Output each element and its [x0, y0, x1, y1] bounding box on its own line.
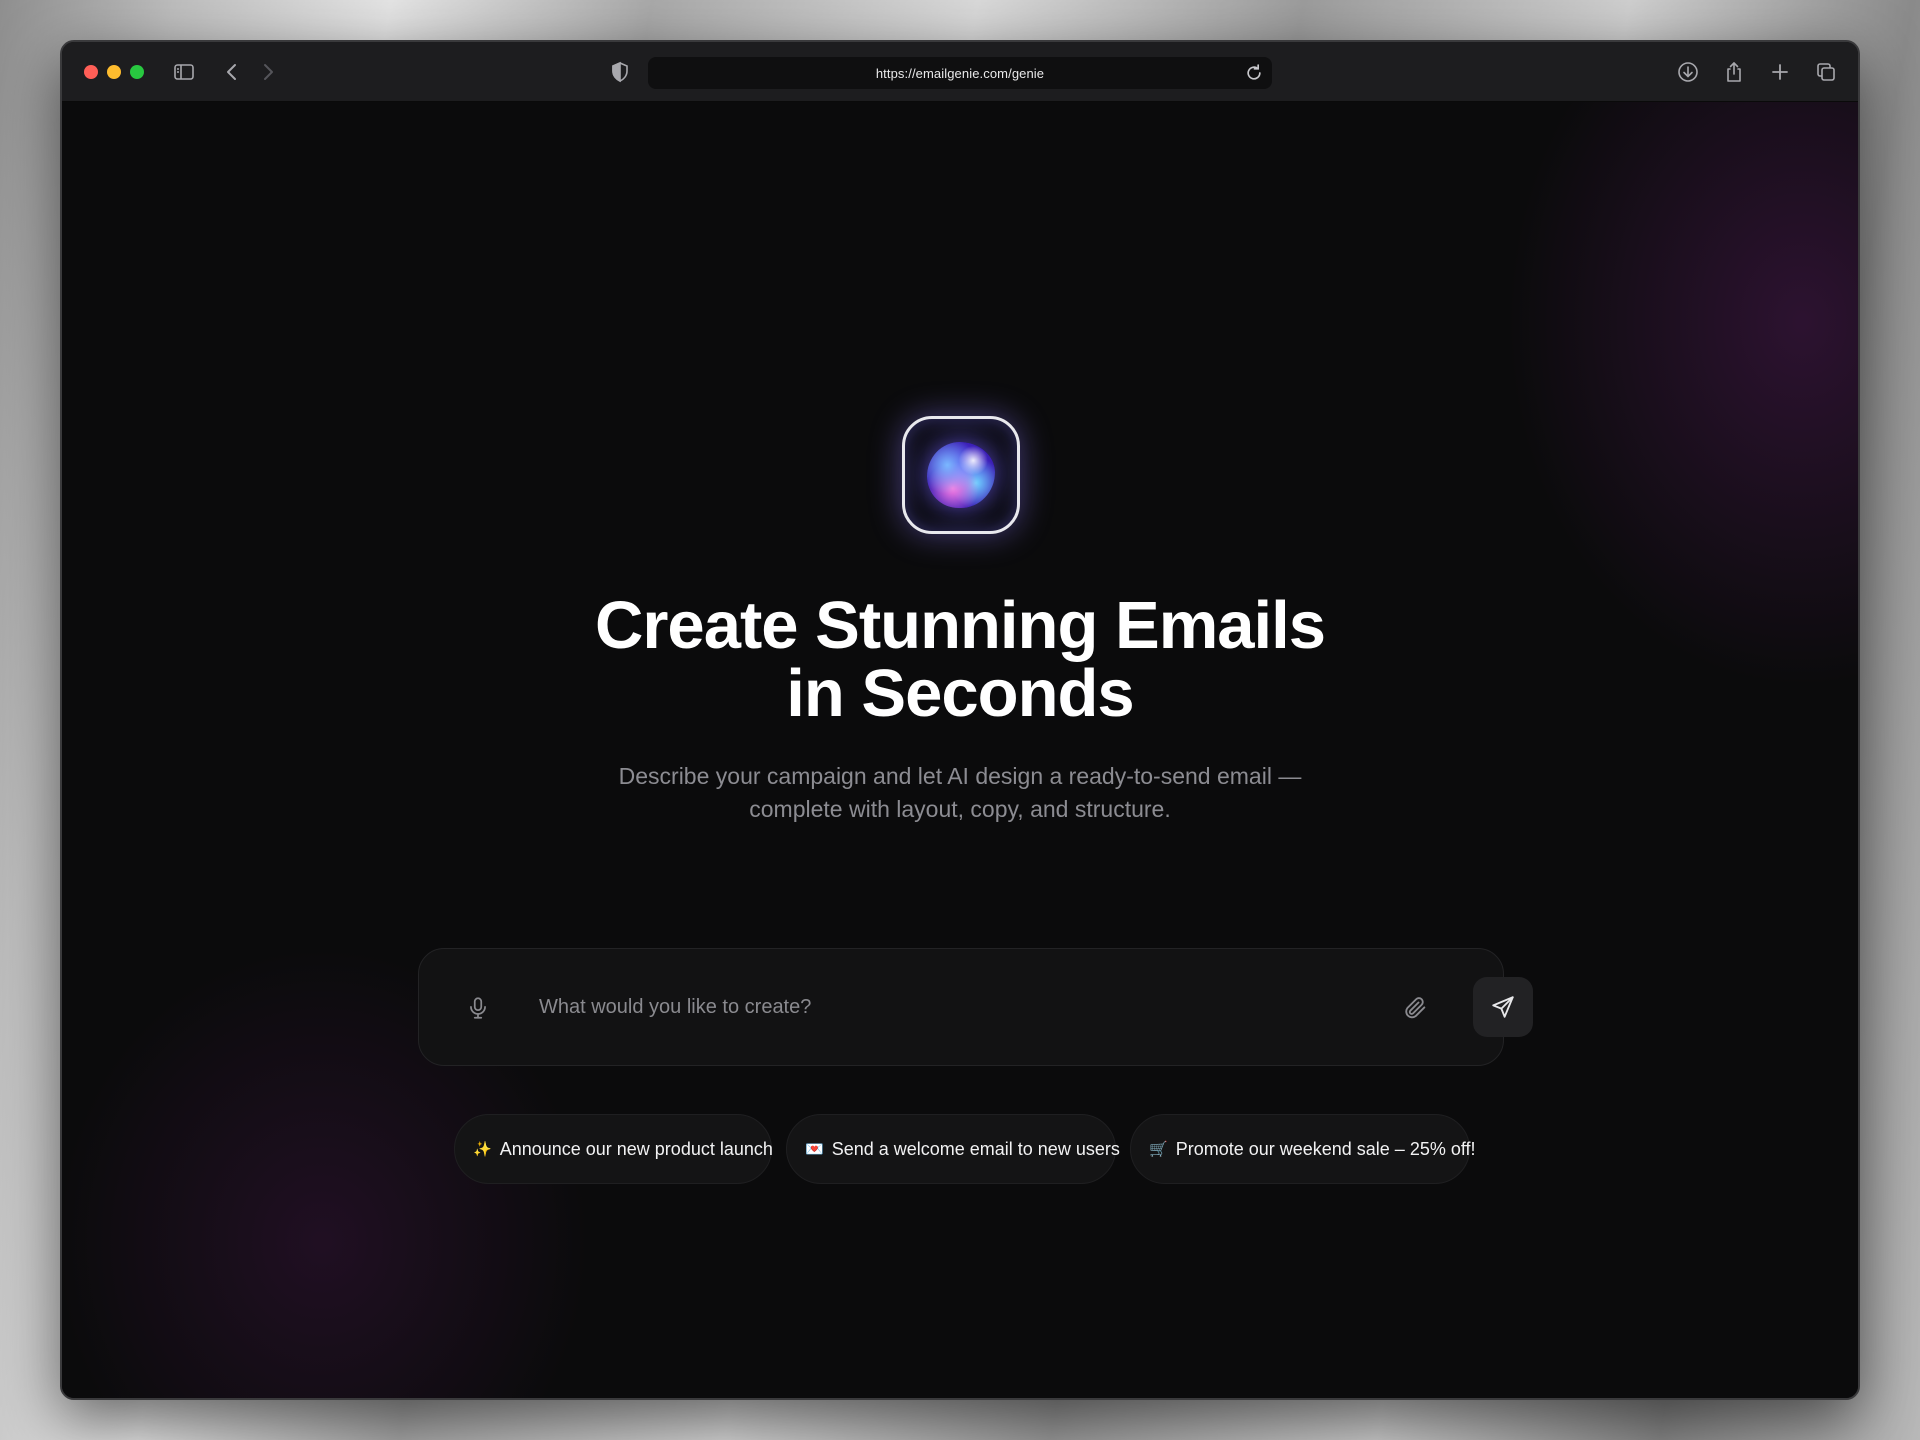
prompt-box — [418, 948, 1533, 1066]
suggestion-label: Promote our weekend sale – 25% off! — [1175, 1138, 1476, 1159]
address-bar[interactable]: https://emailgenie.com/genie — [648, 57, 1272, 89]
sidebar-icon[interactable] — [170, 58, 198, 86]
tabs-overview-icon[interactable] — [1812, 58, 1840, 86]
zoom-window-button[interactable] — [130, 65, 144, 79]
page-subtitle: Describe your campaign and let AI design… — [62, 760, 1858, 826]
suggestion-chip-welcome-email[interactable]: 💌 Send a welcome email to new users — [786, 1114, 1120, 1184]
send-icon — [1492, 996, 1514, 1018]
headline-line-2: in Seconds — [786, 656, 1134, 731]
back-icon[interactable] — [218, 58, 246, 86]
share-icon[interactable] — [1720, 58, 1748, 86]
headline-line-1: Create Stunning Emails — [594, 588, 1326, 663]
suggestion-chip-weekend-sale[interactable]: 🛒 Promote our weekend sale – 25% off! — [1130, 1114, 1476, 1184]
love-letter-icon: 💌 — [805, 1140, 824, 1158]
suggestion-label: Announce our new product launch — [499, 1138, 773, 1159]
reload-icon[interactable] — [1244, 63, 1264, 83]
close-window-button[interactable] — [84, 65, 98, 79]
sparkles-icon: ✨ — [473, 1140, 492, 1158]
shield-icon[interactable] — [606, 58, 634, 86]
app-logo — [902, 416, 1020, 534]
download-icon[interactable] — [1674, 58, 1702, 86]
paperclip-icon[interactable] — [1401, 994, 1429, 1022]
shopping-cart-icon: 🛒 — [1149, 1140, 1168, 1158]
page-content: Create Stunning Emails in Seconds Descri… — [62, 102, 1858, 1398]
orb-icon — [927, 442, 995, 508]
suggestion-chip-product-launch[interactable]: ✨ Announce our new product launch — [454, 1114, 773, 1184]
suggestion-label: Send a welcome email to new users — [831, 1138, 1120, 1159]
send-button[interactable] — [1473, 977, 1533, 1037]
prompt-input[interactable] — [539, 987, 1299, 1027]
browser-toolbar: https://emailgenie.com/genie — [62, 42, 1858, 102]
subtitle-line-2: complete with layout, copy, and structur… — [749, 796, 1171, 822]
page-title: Create Stunning Emails in Seconds — [62, 592, 1858, 728]
url-text: https://emailgenie.com/genie — [875, 65, 1045, 81]
browser-window: https://emailgenie.com/genie Create Stun… — [60, 40, 1860, 1400]
new-tab-icon[interactable] — [1766, 58, 1794, 86]
subtitle-line-1: Describe your campaign and let AI design… — [618, 763, 1302, 789]
minimize-window-button[interactable] — [107, 65, 121, 79]
microphone-icon[interactable] — [465, 995, 491, 1021]
forward-icon[interactable] — [254, 58, 282, 86]
